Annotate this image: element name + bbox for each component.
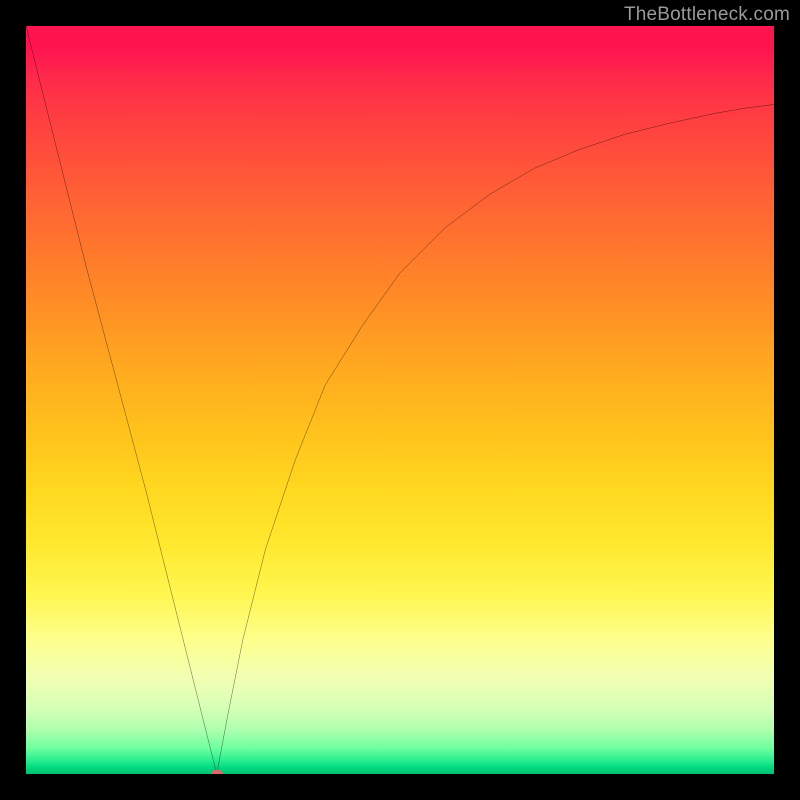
watermark-text: TheBottleneck.com [624, 4, 790, 26]
min-point-marker [211, 770, 223, 775]
curve-svg [26, 26, 774, 774]
plot-area [26, 26, 774, 774]
bottleneck-curve [26, 26, 774, 774]
